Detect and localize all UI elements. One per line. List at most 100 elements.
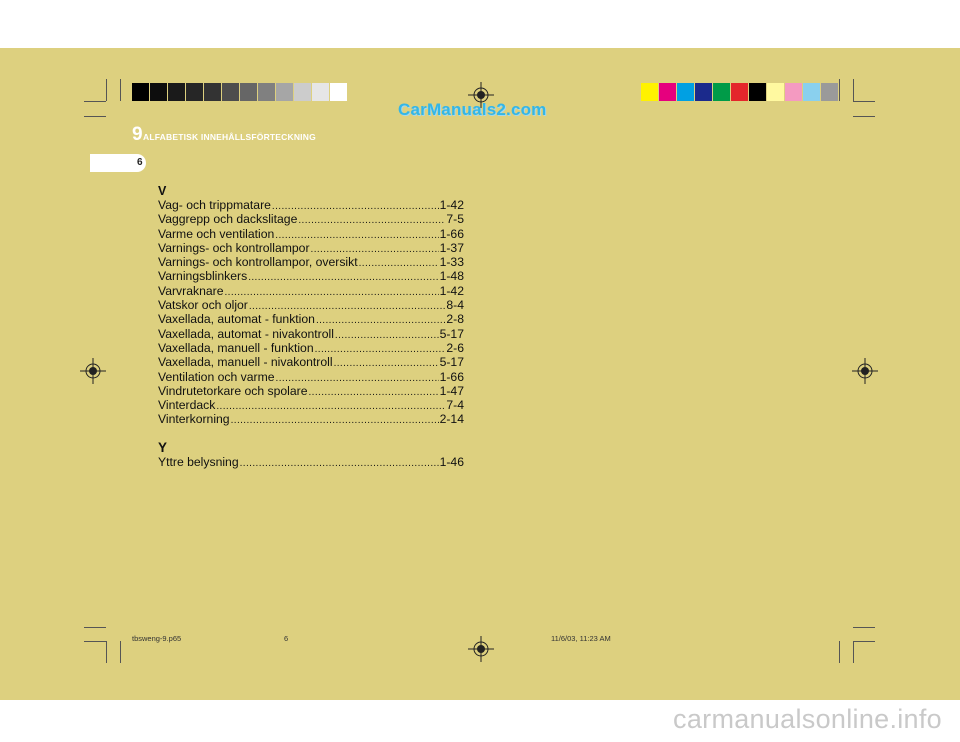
index-section-v: Vag- och trippmatare....................… bbox=[158, 198, 464, 427]
index-entry-page: 1-66 bbox=[439, 226, 464, 241]
crop-mark bbox=[839, 79, 840, 101]
color-swatch bbox=[695, 83, 712, 101]
index-entry-label: Vinterkorning bbox=[158, 412, 230, 427]
index-entry-label: Vaggrepp och dackslitage bbox=[158, 212, 298, 227]
index-entry-label: Vaxellada, manuell - nivakontroll bbox=[158, 355, 333, 370]
index-entry[interactable]: Vaxellada, automat - funktion...........… bbox=[158, 312, 464, 326]
index-entry-page: 1-42 bbox=[439, 198, 464, 212]
index-entry[interactable]: Vag- och trippmatare....................… bbox=[158, 198, 464, 212]
index-entry-page: 1-42 bbox=[439, 283, 464, 298]
index-entry-label: Varme och ventilation bbox=[158, 226, 275, 241]
color-swatch bbox=[204, 83, 221, 101]
grayscale-bar bbox=[132, 83, 348, 101]
color-swatch bbox=[731, 83, 748, 101]
index-entry[interactable]: Varnings- och kontrollampor.............… bbox=[158, 241, 464, 255]
index-entry[interactable]: Varnings- och kontrollampor, oversikt...… bbox=[158, 255, 464, 269]
dot-leader: ........................................… bbox=[358, 258, 439, 270]
footer-datetime: 11/6/03, 11:23 AM bbox=[551, 634, 611, 643]
index-entry-label: Vindrutetorkare och spolare bbox=[158, 383, 308, 398]
index-entry-label: Vatskor och oljor bbox=[158, 298, 248, 313]
crop-mark bbox=[853, 101, 875, 102]
color-swatch bbox=[222, 83, 239, 101]
index-entry[interactable]: Yttre belysning.........................… bbox=[158, 455, 464, 469]
index-entry[interactable]: Varme och ventilation...................… bbox=[158, 227, 464, 241]
index-entry[interactable]: Vinterkorning...........................… bbox=[158, 412, 464, 426]
index-section-y: Yttre belysning.........................… bbox=[158, 455, 464, 469]
index-entry[interactable]: Vaxellada, manuell - nivakontroll.......… bbox=[158, 355, 464, 369]
footer-filename: tbsweng-9.p65 bbox=[132, 634, 182, 643]
index-entry[interactable]: Ventilation och varme...................… bbox=[158, 370, 464, 384]
index-entry-label: Vag- och trippmatare bbox=[158, 198, 271, 212]
index-entry[interactable]: Vaxellada, automat - nivakontroll.......… bbox=[158, 327, 464, 341]
index-entry-label: Varvraknare bbox=[158, 283, 224, 298]
dot-leader: ........................................… bbox=[230, 415, 439, 427]
dot-leader: ........................................… bbox=[298, 215, 445, 227]
crop-mark bbox=[853, 116, 875, 117]
crop-mark bbox=[84, 116, 106, 117]
page-number: 6 bbox=[137, 157, 143, 168]
page-title: ALFABETISK INNEHÅLLSFÖRTECKNING bbox=[143, 132, 316, 142]
color-swatch bbox=[803, 83, 820, 101]
color-swatch bbox=[330, 83, 347, 101]
registration-target-icon bbox=[852, 358, 878, 384]
color-swatch bbox=[258, 83, 275, 101]
crop-mark bbox=[106, 641, 107, 663]
color-swatch bbox=[713, 83, 730, 101]
index-entry-label: Vaxellada, manuell - funktion bbox=[158, 340, 314, 355]
index-entry-label: Yttre belysning bbox=[158, 454, 239, 469]
color-bar bbox=[641, 83, 839, 101]
color-swatch bbox=[276, 83, 293, 101]
dot-leader: ........................................… bbox=[239, 457, 439, 469]
dot-leader: ........................................… bbox=[314, 343, 446, 355]
registration-target-icon bbox=[80, 358, 106, 384]
index-entry-page: 2-14 bbox=[439, 412, 464, 427]
color-swatch bbox=[767, 83, 784, 101]
index-entry-page: 1-66 bbox=[439, 369, 464, 384]
color-swatch bbox=[240, 83, 257, 101]
color-swatch bbox=[186, 83, 203, 101]
index-entry-page: 1-47 bbox=[439, 383, 464, 398]
crop-mark bbox=[84, 101, 106, 102]
index-entry[interactable]: Vatskor och oljor.......................… bbox=[158, 298, 464, 312]
index-entry[interactable]: Varningsblinkers........................… bbox=[158, 269, 464, 283]
index-entry-page: 2-6 bbox=[446, 340, 464, 355]
index-entry-page: 1-33 bbox=[439, 255, 464, 270]
color-swatch bbox=[659, 83, 676, 101]
index-entry-label: Vaxellada, automat - funktion bbox=[158, 312, 315, 327]
index-letter: Y bbox=[158, 439, 168, 455]
crop-mark bbox=[853, 641, 875, 642]
index-entry[interactable]: Vinterdack..............................… bbox=[158, 398, 464, 412]
watermark-top[interactable]: CarManuals2.com bbox=[398, 100, 547, 120]
index-entry[interactable]: Vaggrepp och dackslitage................… bbox=[158, 212, 464, 226]
index-entry-label: Ventilation och varme bbox=[158, 369, 275, 384]
index-entry-page: 1-46 bbox=[439, 454, 464, 469]
crop-mark bbox=[853, 627, 875, 628]
dot-leader: ........................................… bbox=[224, 286, 438, 298]
dot-leader: ........................................… bbox=[308, 386, 439, 398]
dot-leader: ........................................… bbox=[248, 272, 439, 284]
crop-mark bbox=[839, 641, 840, 663]
index-entry-page: 5-17 bbox=[439, 326, 464, 341]
crop-mark bbox=[120, 79, 121, 101]
watermark-bottom[interactable]: carmanualsonline.info bbox=[673, 704, 942, 735]
index-entry-page: 8-4 bbox=[446, 298, 464, 313]
index-entry-label: Varnings- och kontrollampor, oversikt bbox=[158, 255, 358, 270]
color-swatch bbox=[821, 83, 838, 101]
index-entry-label: Varnings- och kontrollampor bbox=[158, 240, 310, 255]
index-entry-label: Vinterdack bbox=[158, 398, 216, 413]
index-entry[interactable]: Varvraknare.............................… bbox=[158, 284, 464, 298]
crop-mark bbox=[120, 641, 121, 663]
color-swatch bbox=[677, 83, 694, 101]
index-entry-page: 1-37 bbox=[439, 240, 464, 255]
index-entry[interactable]: Vindrutetorkare och spolare.............… bbox=[158, 384, 464, 398]
color-swatch bbox=[132, 83, 149, 101]
dot-leader: ........................................… bbox=[334, 329, 439, 341]
index-entry[interactable]: Vaxellada, manuell - funktion...........… bbox=[158, 341, 464, 355]
dot-leader: ........................................… bbox=[333, 358, 439, 370]
color-swatch bbox=[312, 83, 329, 101]
dot-leader: ........................................… bbox=[216, 401, 446, 413]
color-swatch bbox=[749, 83, 766, 101]
crop-mark bbox=[84, 641, 106, 642]
crop-mark bbox=[853, 641, 854, 663]
color-swatch bbox=[150, 83, 167, 101]
